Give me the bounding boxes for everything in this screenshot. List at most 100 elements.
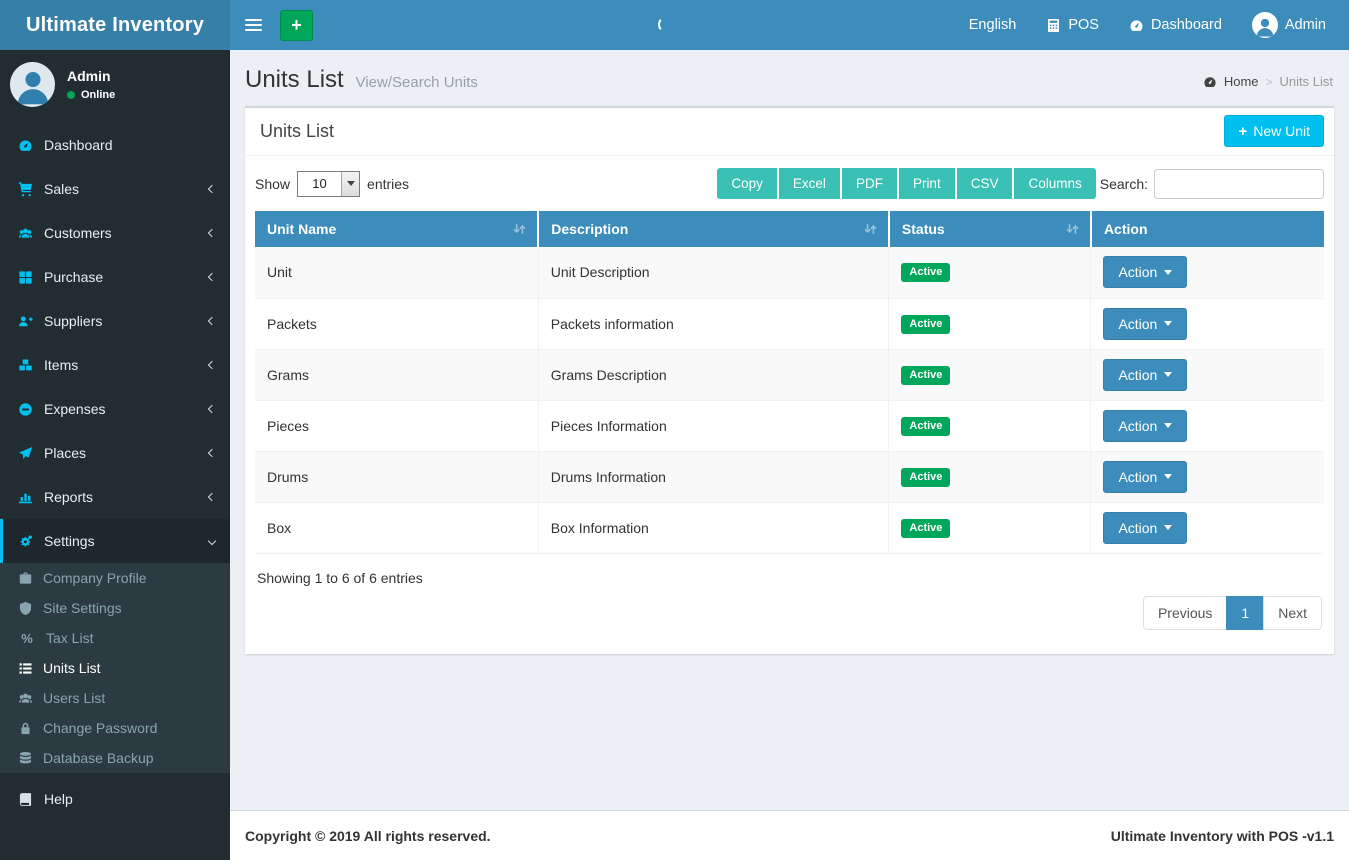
action-dropdown-button[interactable]: Action xyxy=(1103,461,1187,493)
table-row: Packets Packets information Active Actio… xyxy=(255,298,1324,349)
new-unit-label: New Unit xyxy=(1253,123,1310,139)
sidebar-item-expenses[interactable]: Expenses xyxy=(0,387,230,431)
nav-language[interactable]: English xyxy=(954,0,1032,50)
entries-label: entries xyxy=(367,176,409,192)
caret-down-icon xyxy=(1164,372,1172,381)
select-dropdown-arrow-icon[interactable] xyxy=(341,172,359,196)
briefcase-icon xyxy=(18,571,33,586)
description-cell: Unit Description xyxy=(538,247,889,298)
app-logo[interactable]: Ultimate Inventory xyxy=(0,0,230,50)
top-navbar: Ultimate Inventory + English POS D xyxy=(0,0,1349,50)
shield-icon xyxy=(18,601,33,616)
sidebar-item-items[interactable]: Items xyxy=(0,343,230,387)
description-cell: Pieces Information xyxy=(538,400,889,451)
sidebar-item-help[interactable]: Help xyxy=(0,777,230,821)
pagination-previous[interactable]: Previous xyxy=(1143,596,1227,630)
cart-icon xyxy=(18,182,33,197)
quick-add-button[interactable]: + xyxy=(280,10,313,41)
pdf-button[interactable]: PDF xyxy=(842,168,899,199)
sidebar-menu-bottom: Help xyxy=(0,777,230,821)
columns-button[interactable]: Columns xyxy=(1014,168,1095,199)
breadcrumb: Home > Units List xyxy=(1203,74,1333,89)
chevron-down-icon xyxy=(208,537,216,545)
new-unit-button[interactable]: + New Unit xyxy=(1224,115,1324,147)
show-label: Show xyxy=(255,176,290,192)
sidebar-item-tax-list[interactable]: % Tax List xyxy=(0,623,230,653)
sidebar-item-settings[interactable]: Settings xyxy=(0,519,230,563)
avatar[interactable] xyxy=(10,62,55,107)
status-badge: Active xyxy=(901,366,950,385)
chevron-left-icon xyxy=(208,317,216,325)
panel-header: Units List + New Unit xyxy=(245,108,1334,156)
chevron-left-icon xyxy=(208,493,216,501)
sidebar-user-status[interactable]: Online xyxy=(67,89,115,101)
users-icon xyxy=(18,226,33,241)
status-cell: Active xyxy=(889,247,1091,298)
pagination-next[interactable]: Next xyxy=(1263,596,1322,630)
sidebar-item-customers[interactable]: Customers xyxy=(0,211,230,255)
copy-button[interactable]: Copy xyxy=(717,168,779,199)
action-dropdown-button[interactable]: Action xyxy=(1103,256,1187,288)
sidebar-item-units-list[interactable]: Units List xyxy=(0,653,230,683)
export-button-group: Copy Excel PDF Print CSV Columns xyxy=(717,168,1095,199)
minus-circle-icon xyxy=(18,402,33,417)
gauge-icon xyxy=(1129,18,1144,33)
csv-button[interactable]: CSV xyxy=(957,168,1015,199)
moon-icon xyxy=(658,17,671,32)
sidebar-item-suppliers[interactable]: Suppliers xyxy=(0,299,230,343)
breadcrumb-home[interactable]: Home xyxy=(1224,74,1259,89)
gauge-icon xyxy=(18,138,33,153)
sidebar-item-database-backup[interactable]: Database Backup xyxy=(0,743,230,773)
plus-icon: + xyxy=(291,16,302,34)
caret-down-icon xyxy=(1164,321,1172,330)
status-cell: Active xyxy=(889,400,1091,451)
nav-user-menu[interactable]: Admin xyxy=(1237,0,1341,50)
sidebar-item-dashboard[interactable]: Dashboard xyxy=(0,123,230,167)
caret-down-icon xyxy=(1164,270,1172,279)
status-cell: Active xyxy=(889,502,1091,553)
nav-pos[interactable]: POS xyxy=(1031,0,1114,50)
action-cell: Action xyxy=(1091,451,1324,502)
print-button[interactable]: Print xyxy=(899,168,957,199)
nav-dashboard[interactable]: Dashboard xyxy=(1114,0,1237,50)
list-icon xyxy=(18,661,33,676)
sidebar-toggle-button[interactable] xyxy=(230,0,276,50)
column-header-description[interactable]: Description xyxy=(538,211,889,247)
sidebar-item-reports[interactable]: Reports xyxy=(0,475,230,519)
page-length-select[interactable]: 10 xyxy=(297,171,360,197)
breadcrumb-current: Units List xyxy=(1280,74,1333,89)
action-dropdown-button[interactable]: Action xyxy=(1103,512,1187,544)
menu-icon xyxy=(245,19,262,21)
column-header-status[interactable]: Status xyxy=(889,211,1091,247)
sidebar-item-site-settings[interactable]: Site Settings xyxy=(0,593,230,623)
page-length-value: 10 xyxy=(298,172,341,196)
action-dropdown-button[interactable]: Action xyxy=(1103,359,1187,391)
sidebar-item-sales[interactable]: Sales xyxy=(0,167,230,211)
sidebar-item-company-profile[interactable]: Company Profile xyxy=(0,563,230,593)
unit-name-cell: Grams xyxy=(255,349,538,400)
sidebar-item-users-list[interactable]: Users List xyxy=(0,683,230,713)
column-header-unit-name[interactable]: Unit Name xyxy=(255,211,538,247)
chevron-left-icon xyxy=(208,273,216,281)
toolbar-right: Copy Excel PDF Print CSV Columns Search: xyxy=(717,168,1324,199)
units-table: Unit Name Description Status xyxy=(255,211,1324,554)
chevron-left-icon xyxy=(208,405,216,413)
unit-name-cell: Unit xyxy=(255,247,538,298)
pagination-page-1[interactable]: 1 xyxy=(1226,596,1264,630)
column-header-action: Action xyxy=(1091,211,1324,247)
users-icon xyxy=(18,691,33,706)
gears-icon xyxy=(18,534,33,549)
sidebar-item-places[interactable]: Places xyxy=(0,431,230,475)
status-cell: Active xyxy=(889,298,1091,349)
sidebar-menu: Dashboard Sales Customers Purchase Suppl… xyxy=(0,123,230,563)
nav-user-label: Admin xyxy=(1285,17,1326,33)
action-dropdown-button[interactable]: Action xyxy=(1103,410,1187,442)
excel-button[interactable]: Excel xyxy=(779,168,842,199)
unit-name-cell: Box xyxy=(255,502,538,553)
sidebar-item-change-password[interactable]: Change Password xyxy=(0,713,230,743)
sidebar-item-purchase[interactable]: Purchase xyxy=(0,255,230,299)
search-input[interactable] xyxy=(1154,169,1324,199)
action-dropdown-button[interactable]: Action xyxy=(1103,308,1187,340)
sidebar: Admin Online Dashboard Sales Customers xyxy=(0,50,230,860)
panel-body: Show 10 entries Copy Excel PDF Print xyxy=(245,156,1334,654)
